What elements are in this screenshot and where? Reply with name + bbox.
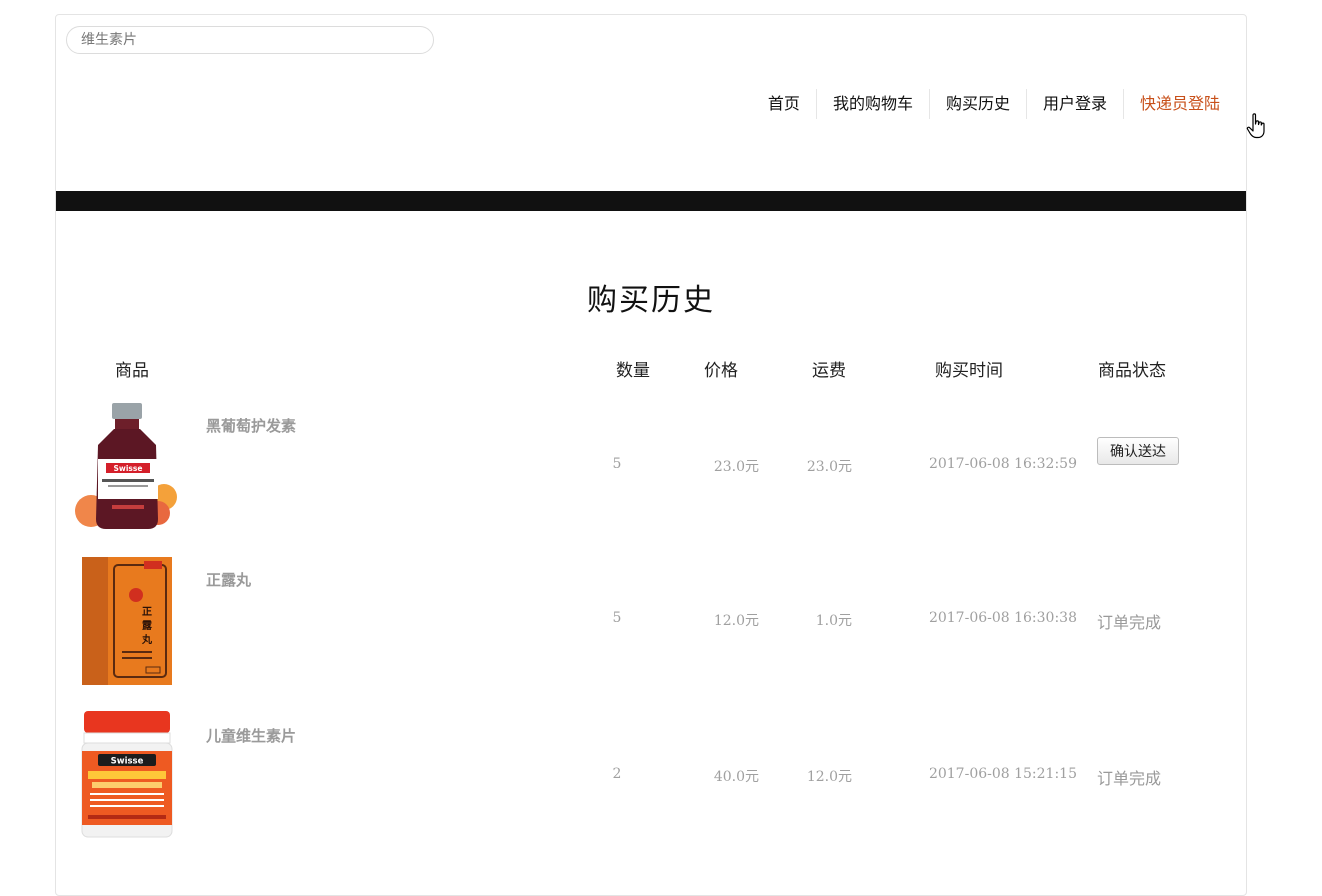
header-divider-bar (56, 191, 1246, 211)
top-nav: 首页 我的购物车 购买历史 用户登录 快递员登陆 (752, 89, 1236, 119)
col-header-quantity: 数量 (616, 361, 650, 381)
price-value: 23.0元 (713, 459, 759, 475)
table-row: Swisse 黑葡萄护发素 5 23.0元 23.0元 2017-06-08 1… (56, 401, 1246, 541)
svg-text:Swisse: Swisse (111, 757, 144, 767)
nav-cart[interactable]: 我的购物车 (815, 89, 929, 119)
table-row: 正 露 丸 正露丸 5 12.0元 1.0元 2017-06-08 16:30:… (56, 555, 1246, 695)
shipping-value: 12.0元 (806, 769, 852, 785)
nav-home[interactable]: 首页 (752, 89, 816, 119)
price-value: 40.0元 (713, 769, 759, 785)
table-row: Swisse 儿童维生素片 2 40.0元 12.0元 2017-06-08 1… (56, 711, 1246, 851)
purchase-time-value: 2017-06-08 16:32:59 (928, 456, 1077, 472)
quantity-value: 5 (612, 456, 622, 472)
order-status: 订单完成 (1097, 769, 1162, 788)
purchase-time-value: 2017-06-08 15:21:15 (928, 766, 1077, 782)
nav-courier-login[interactable]: 快递员登陆 (1122, 89, 1236, 119)
page-container: 首页 我的购物车 购买历史 用户登录 快递员登陆 购买历史 商品 数量 价格 运… (55, 14, 1265, 896)
svg-text:正: 正 (142, 606, 152, 618)
product-name[interactable]: 正露丸 (206, 569, 251, 590)
product-name[interactable]: 儿童维生素片 (206, 725, 296, 746)
col-header-purchase-time: 购买时间 (935, 361, 1003, 381)
page-title: 购买历史 (587, 283, 715, 318)
col-header-product: 商品 (115, 361, 149, 381)
hair-skin-nails-bottle-icon: Swisse (75, 403, 177, 529)
col-header-status: 商品状态 (1098, 361, 1166, 381)
price-value: 12.0元 (713, 613, 759, 629)
confirm-delivery-button[interactable]: 确认送达 (1097, 437, 1179, 465)
shipping-value: 1.0元 (815, 613, 852, 629)
svg-text:Swisse: Swisse (114, 464, 143, 473)
nav-user-login[interactable]: 用户登录 (1025, 89, 1123, 119)
col-header-price: 价格 (704, 361, 738, 381)
svg-text:丸: 丸 (141, 633, 153, 646)
hand-cursor-icon (1246, 113, 1265, 139)
quantity-value: 5 (612, 610, 622, 626)
quantity-value: 2 (612, 766, 622, 782)
search-input[interactable] (66, 26, 434, 54)
zhenglu-pill-box-icon: 正 露 丸 (82, 557, 172, 685)
product-name[interactable]: 黑葡萄护发素 (206, 415, 296, 436)
shipping-value: 23.0元 (806, 459, 852, 475)
nav-purchase-history[interactable]: 购买历史 (928, 89, 1026, 119)
purchase-time-value: 2017-06-08 16:30:38 (928, 610, 1077, 626)
svg-text:露: 露 (142, 619, 153, 632)
col-header-shipping: 运费 (812, 361, 846, 381)
order-status: 订单完成 (1097, 613, 1162, 632)
childrens-vitamin-jar-icon: Swisse (81, 711, 173, 838)
